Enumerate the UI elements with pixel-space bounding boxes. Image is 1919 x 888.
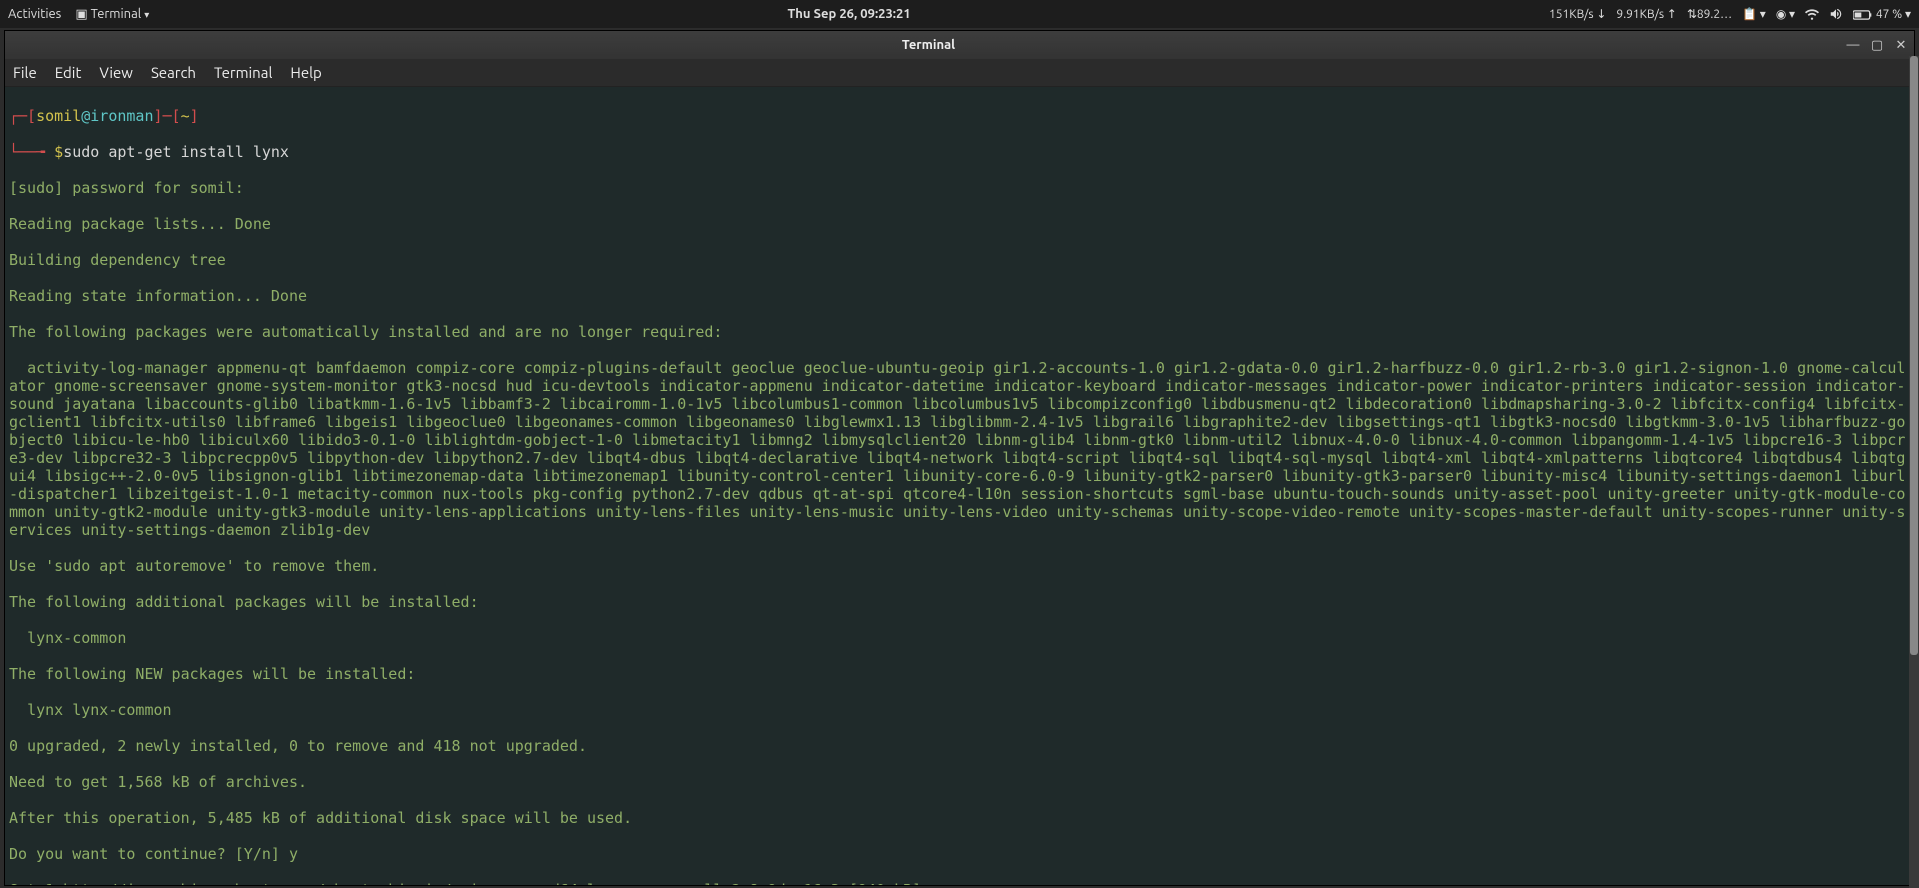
prompt-line2: └──╼: [9, 143, 54, 161]
out-line: Get:1 http://in.archive.ubuntu.com/ubunt…: [9, 881, 1910, 885]
maximize-button[interactable]: ▢: [1870, 38, 1884, 52]
volume-icon[interactable]: [1829, 7, 1843, 21]
net-up-indicator: 9.91KB/s ↑: [1616, 7, 1676, 21]
out-line: The following additional packages will b…: [9, 593, 1910, 611]
app-menu[interactable]: ▣ Terminal: [75, 7, 149, 22]
prompt-close: ]: [190, 107, 199, 125]
net-total-indicator: ⇅89.2…: [1687, 7, 1732, 21]
prompt-dollar: $: [54, 143, 63, 161]
clipboard-icon[interactable]: 📋 ▾: [1742, 7, 1766, 21]
menu-search[interactable]: Search: [151, 64, 196, 81]
menu-file[interactable]: File: [13, 64, 37, 81]
prompt-host: ironman: [90, 107, 153, 125]
net-down-indicator: 151KB/s ↓: [1549, 7, 1606, 21]
minimize-button[interactable]: —: [1846, 38, 1860, 52]
out-line: lynx-common: [9, 629, 1910, 647]
out-line: 0 upgraded, 2 newly installed, 0 to remo…: [9, 737, 1910, 755]
out-line: Do you want to continue? [Y/n] y: [9, 845, 1910, 863]
close-button[interactable]: ✕: [1894, 38, 1908, 52]
out-line: Reading package lists... Done: [9, 215, 1910, 233]
battery-indicator[interactable]: 47 % ▾: [1853, 7, 1911, 21]
scrollbar-thumb[interactable]: [1910, 56, 1918, 655]
wifi-icon[interactable]: [1805, 7, 1819, 21]
prompt-at: @: [81, 107, 90, 125]
prompt-bracket: ┌─[: [9, 107, 36, 125]
window-title: Terminal: [11, 38, 1846, 52]
menu-view[interactable]: View: [99, 64, 133, 81]
gnome-top-bar: Activities ▣ Terminal Thu Sep 26, 09:23:…: [0, 0, 1919, 28]
out-line: The following NEW packages will be insta…: [9, 665, 1910, 683]
terminal-icon: ▣: [75, 7, 90, 21]
accessibility-icon[interactable]: ◉ ▾: [1776, 7, 1795, 21]
prompt-user: somil: [36, 107, 81, 125]
menu-terminal[interactable]: Terminal: [214, 64, 272, 81]
app-menu-label: Terminal: [91, 7, 142, 21]
scrollbar[interactable]: [1909, 56, 1919, 888]
sudo-prompt: [sudo] password for somil:: [9, 179, 1910, 197]
command-text: sudo apt-get install lynx: [63, 143, 289, 161]
terminal-output[interactable]: ┌─[somil@ironman]─[~] └──╼ $sudo apt-get…: [5, 87, 1914, 885]
out-line: Use 'sudo apt autoremove' to remove them…: [9, 557, 1910, 575]
clock[interactable]: Thu Sep 26, 09:23:21: [149, 7, 1549, 21]
window-title-bar[interactable]: Terminal — ▢ ✕: [5, 31, 1914, 59]
menu-help[interactable]: Help: [290, 64, 321, 81]
battery-percent: 47 %: [1876, 8, 1902, 21]
out-line: Reading state information... Done: [9, 287, 1910, 305]
menu-edit[interactable]: Edit: [55, 64, 82, 81]
out-line: lynx lynx-common: [9, 701, 1910, 719]
out-line: Need to get 1,568 kB of archives.: [9, 773, 1910, 791]
out-line: After this operation, 5,485 kB of additi…: [9, 809, 1910, 827]
menu-bar: File Edit View Search Terminal Help: [5, 59, 1914, 87]
package-list: activity-log-manager appmenu-qt bamfdaem…: [9, 359, 1910, 539]
out-line: Building dependency tree: [9, 251, 1910, 269]
out-line: The following packages were automaticall…: [9, 323, 1910, 341]
terminal-window: Terminal — ▢ ✕ File Edit View Search Ter…: [4, 30, 1915, 886]
prompt-mid: ]─[: [154, 107, 181, 125]
activities-button[interactable]: Activities: [8, 7, 61, 21]
prompt-cwd: ~: [181, 107, 190, 125]
